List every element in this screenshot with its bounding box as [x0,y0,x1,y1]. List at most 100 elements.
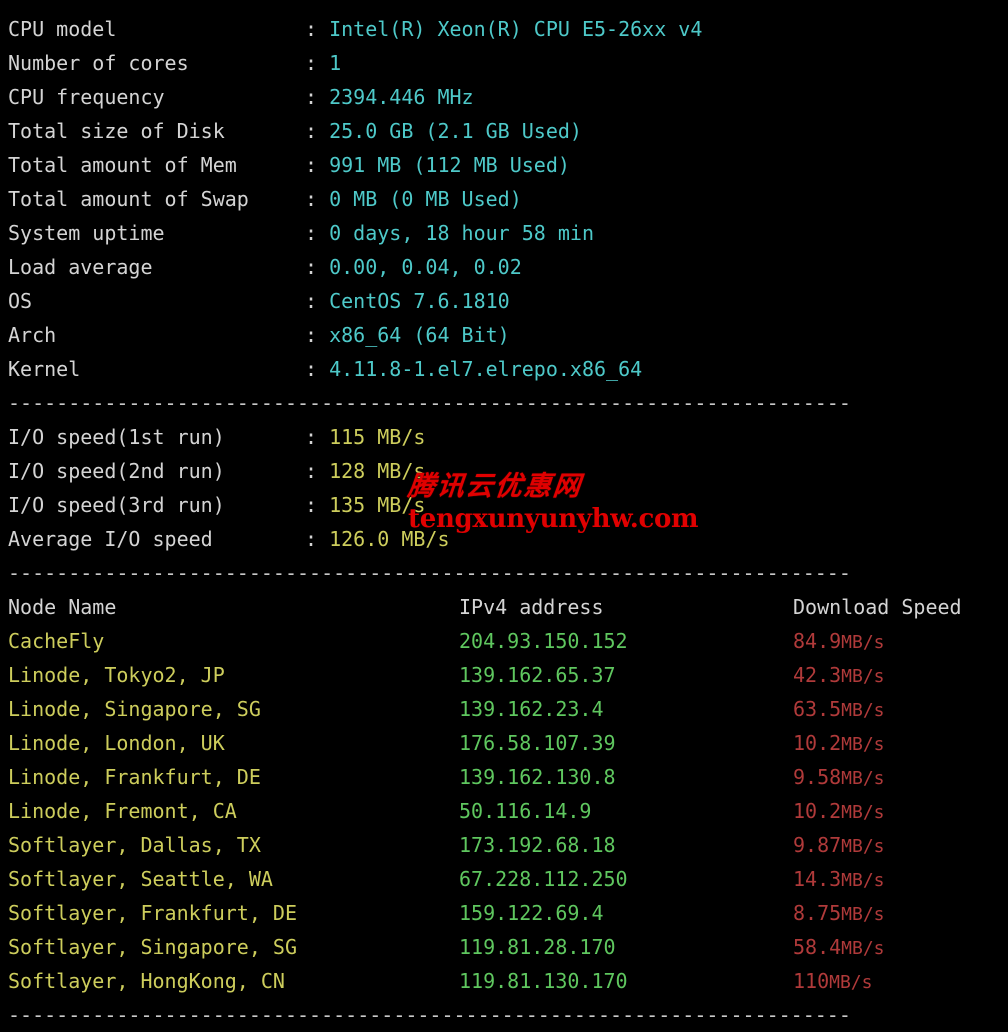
info-label: CPU frequency [8,85,165,109]
info-value: x86_64 (64 Bit) [329,323,510,347]
io-label: I/O speed(3rd run) [8,493,225,517]
cell-node-name: Linode, Tokyo2, JP [8,663,225,687]
table-row: Linode, Tokyo2, JP 139.162.65.37 42.3MB/s [0,658,1008,692]
io-label: I/O speed(1st run) [8,425,225,449]
io-row-1st-run: I/O speed(1st run): 115 MB/s [0,420,1008,454]
cell-node-name: Softlayer, Seattle, WA [8,867,273,891]
cell-download-speed: 10.2MB/s [793,726,885,762]
table-row: Softlayer, Singapore, SG 119.81.28.170 58.… [0,930,1008,964]
cell-ipv4: 139.162.23.4 [459,697,604,721]
io-label: Average I/O speed [8,527,213,551]
speed-unit: MB/s [841,836,885,857]
info-value: Intel(R) Xeon(R) CPU E5-26xx v4 [329,17,703,41]
cell-ipv4: 67.228.112.250 [459,867,628,891]
cell-ipv4: 119.81.28.170 [459,935,616,959]
speed-unit: MB/s [841,734,885,755]
io-colon: : [305,527,318,551]
cell-ipv4: 159.122.69.4 [459,901,604,925]
speed-unit: MB/s [841,802,885,823]
table-row: Softlayer, HongKong, CN 119.81.130.170 110… [0,964,1008,998]
info-value: 2394.446 MHz [329,85,474,109]
system-info-block: CPU model: Intel(R) Xeon(R) CPU E5-26xx … [0,12,1008,386]
cell-download-speed: 10.2MB/s [793,794,885,830]
speed-number: 84.9 [793,629,842,653]
cell-download-speed: 58.4MB/s [793,930,885,966]
table-row: Linode, Frankfurt, DE 139.162.130.8 9.58MB… [0,760,1008,794]
io-value: 128 MB/s [329,459,426,483]
speed-unit: MB/s [841,632,885,653]
cell-ipv4: 139.162.130.8 [459,765,616,789]
info-colon: : [305,357,318,381]
info-label: System uptime [8,221,165,245]
terminal-window: CPU model: Intel(R) Xeon(R) CPU E5-26xx … [0,0,1008,1027]
info-label: Arch [8,323,57,347]
io-row-3rd-run: I/O speed(3rd run): 135 MB/s [0,488,1008,522]
cell-node-name: Softlayer, HongKong, CN [8,969,285,993]
info-colon: : [305,323,318,347]
info-label: Number of cores [8,51,189,75]
info-value: 0 MB (0 MB Used) [329,187,522,211]
table-header-row: Node Name IPv4 address Download Speed [0,590,1008,624]
table-row: Softlayer, Seattle, WA 67.228.112.250 14.3… [0,862,1008,896]
info-value: 4.11.8-1.el7.elrepo.x86_64 [329,357,643,381]
info-label: OS [8,289,33,313]
speed-number: 58.4 [793,935,842,959]
cell-download-speed: 110MB/s [793,964,872,1000]
cell-download-speed: 9.58MB/s [793,760,885,796]
column-header-node-name: Node Name [8,595,117,619]
speed-number: 10.2 [793,731,842,755]
io-test-block: I/O speed(1st run): 115 MB/s I/O speed(2… [0,420,1008,556]
info-row-kernel: Kernel: 4.11.8-1.el7.elrepo.x86_64 [0,352,1008,386]
table-row: Softlayer, Frankfurt, DE 159.122.69.4 8.75… [0,896,1008,930]
info-label: Kernel [8,357,81,381]
info-row-cpu-model: CPU model: Intel(R) Xeon(R) CPU E5-26xx … [0,12,1008,46]
cell-node-name: Softlayer, Singapore, SG [8,935,297,959]
cell-download-speed: 9.87MB/s [793,828,885,864]
speed-unit: MB/s [841,870,885,891]
table-row: CacheFly 204.93.150.152 84.9MB/s [0,624,1008,658]
info-value: 0 days, 18 hour 58 min [329,221,594,245]
io-row-2nd-run: I/O speed(2nd run): 128 MB/s [0,454,1008,488]
info-colon: : [305,187,318,211]
io-colon: : [305,459,318,483]
separator-line-3: ----------------------------------------… [8,1003,851,1027]
speed-number: 63.5 [793,697,842,721]
info-label: Load average [8,255,153,279]
cell-ipv4: 176.58.107.39 [459,731,616,755]
table-row: Softlayer, Dallas, TX 173.192.68.18 9.87MB… [0,828,1008,862]
cell-ipv4: 204.93.150.152 [459,629,628,653]
info-row-disk-size: Total size of Disk: 25.0 GB (2.1 GB Used… [0,114,1008,148]
info-value: 0.00, 0.04, 0.02 [329,255,522,279]
info-label: CPU model [8,17,117,41]
io-value: 135 MB/s [329,493,426,517]
io-colon: : [305,493,318,517]
io-value: 126.0 MB/s [329,527,450,551]
info-row-load-average: Load average: 0.00, 0.04, 0.02 [0,250,1008,284]
io-colon: : [305,425,318,449]
speed-number: 9.87 [793,833,842,857]
cell-ipv4: 119.81.130.170 [459,969,628,993]
speed-unit: MB/s [841,938,885,959]
cell-node-name: CacheFly [8,629,105,653]
speed-number: 9.58 [793,765,842,789]
info-row-os: OS: CentOS 7.6.1810 [0,284,1008,318]
cell-download-speed: 42.3MB/s [793,658,885,694]
io-value: 115 MB/s [329,425,426,449]
column-header-ipv4: IPv4 address [459,595,604,619]
info-colon: : [305,221,318,245]
io-row-average: Average I/O speed: 126.0 MB/s [0,522,1008,556]
info-value: 991 MB (112 MB Used) [329,153,570,177]
table-row: Linode, Fremont, CA 50.116.14.9 10.2MB/s [0,794,1008,828]
speed-number: 110 [793,969,830,993]
cell-node-name: Softlayer, Frankfurt, DE [8,901,297,925]
cell-ipv4: 50.116.14.9 [459,799,592,823]
cell-node-name: Linode, Fremont, CA [8,799,237,823]
speed-unit: MB/s [841,768,885,789]
info-value: 25.0 GB (2.1 GB Used) [329,119,582,143]
cell-node-name: Linode, Singapore, SG [8,697,261,721]
info-label: Total amount of Swap [8,187,249,211]
info-row-cores: Number of cores: 1 [0,46,1008,80]
speed-unit: MB/s [841,666,885,687]
speed-unit: MB/s [829,972,873,993]
cell-node-name: Softlayer, Dallas, TX [8,833,261,857]
